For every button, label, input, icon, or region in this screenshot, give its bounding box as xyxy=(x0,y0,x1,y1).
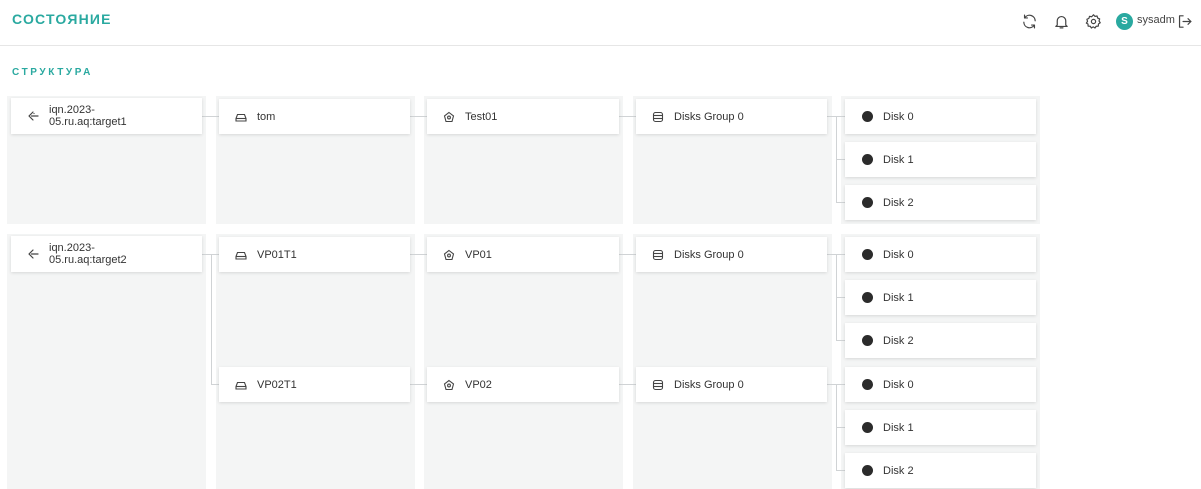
database-icon xyxy=(652,111,664,123)
disk-status-icon xyxy=(861,111,873,123)
pool-icon xyxy=(443,379,455,391)
disk-label: Disk 0 xyxy=(883,110,914,123)
pool-label: VP02 xyxy=(465,378,492,391)
disk-column-bg xyxy=(841,234,1040,489)
avatar[interactable]: S xyxy=(1116,13,1133,30)
disk-node[interactable]: Disk 2 xyxy=(845,185,1036,220)
disk-status-icon xyxy=(861,379,873,391)
connector-line xyxy=(836,297,845,298)
disk-label: Disk 2 xyxy=(883,464,914,477)
pool-node[interactable]: VP02 xyxy=(427,367,619,402)
connector-line xyxy=(836,427,845,428)
pool-label: VP01 xyxy=(465,248,492,261)
volume-label: tom xyxy=(257,110,276,123)
disk-status-icon xyxy=(861,422,873,434)
target-node[interactable]: iqn.2023- 05.ru.aq:target2 xyxy=(11,236,202,272)
connector-line xyxy=(836,340,845,341)
disk-label: Disk 1 xyxy=(883,153,914,166)
disk-node[interactable]: Disk 2 xyxy=(845,323,1036,358)
disk-status-icon xyxy=(861,197,873,209)
disk-group-node[interactable]: Disks Group 0 xyxy=(636,99,827,134)
volume-node[interactable]: VP02T1 xyxy=(219,367,410,402)
connector-line xyxy=(836,470,845,471)
disk-node[interactable]: Disk 1 xyxy=(845,280,1036,315)
disk-node[interactable]: Disk 1 xyxy=(845,410,1036,445)
drive-icon xyxy=(235,111,247,123)
target-column-bg xyxy=(7,234,206,489)
volume-column-bg xyxy=(216,234,415,489)
connector-line xyxy=(410,116,428,117)
connector-line xyxy=(619,384,637,385)
disk-node[interactable]: Disk 1 xyxy=(845,142,1036,177)
group-column-bg xyxy=(633,234,832,489)
disk-status-icon xyxy=(861,249,873,261)
page-title: СОСТОЯНИЕ xyxy=(12,11,112,27)
connector-line xyxy=(202,116,220,117)
username[interactable]: sysadm xyxy=(1137,14,1175,26)
connector-line xyxy=(836,202,845,203)
bell-icon[interactable] xyxy=(1052,12,1070,30)
connector-line xyxy=(410,384,428,385)
top-bar: СОСТОЯНИЕ S sysadm xyxy=(0,0,1201,46)
volume-label: VP02T1 xyxy=(257,378,297,391)
pool-node[interactable]: VP01 xyxy=(427,237,619,272)
pool-icon xyxy=(443,249,455,261)
gear-icon[interactable] xyxy=(1084,12,1102,30)
target-icon xyxy=(27,248,39,260)
target-icon xyxy=(27,110,39,122)
connector-line xyxy=(836,159,845,160)
pool-label: Test01 xyxy=(465,110,498,123)
section-title: СТРУКТУРА xyxy=(12,67,93,78)
disk-label: Disk 0 xyxy=(883,378,914,391)
disk-label: Disk 2 xyxy=(883,196,914,209)
database-icon xyxy=(652,249,664,261)
connector-line xyxy=(410,254,428,255)
disk-node[interactable]: Disk 0 xyxy=(845,367,1036,402)
disk-label: Disk 2 xyxy=(883,334,914,347)
disk-node[interactable]: Disk 0 xyxy=(845,237,1036,272)
refresh-icon[interactable] xyxy=(1020,12,1038,30)
pool-node[interactable]: Test01 xyxy=(427,99,619,134)
disk-group-node[interactable]: Disks Group 0 xyxy=(636,237,827,272)
disk-group-node[interactable]: Disks Group 0 xyxy=(636,367,827,402)
disk-group-label: Disks Group 0 xyxy=(674,110,744,123)
disk-node[interactable]: Disk 0 xyxy=(845,99,1036,134)
target-node[interactable]: iqn.2023- 05.ru.aq:target1 xyxy=(11,98,202,134)
database-icon xyxy=(652,379,664,391)
volume-node[interactable]: VP01T1 xyxy=(219,237,410,272)
connector-line xyxy=(619,116,637,117)
volume-node[interactable]: tom xyxy=(219,99,410,134)
target-label: iqn.2023- 05.ru.aq:target1 xyxy=(49,104,127,128)
logout-icon[interactable] xyxy=(1175,12,1193,30)
disk-status-icon xyxy=(861,335,873,347)
pool-icon xyxy=(443,111,455,123)
volume-label: VP01T1 xyxy=(257,248,297,261)
drive-icon xyxy=(235,249,247,261)
target-label: iqn.2023- 05.ru.aq:target2 xyxy=(49,242,127,266)
drive-icon xyxy=(235,379,247,391)
disk-label: Disk 0 xyxy=(883,248,914,261)
connector-line xyxy=(211,254,212,384)
disk-status-icon xyxy=(861,292,873,304)
disk-group-label: Disks Group 0 xyxy=(674,378,744,391)
connector-line xyxy=(619,254,637,255)
disk-group-label: Disks Group 0 xyxy=(674,248,744,261)
disk-node[interactable]: Disk 2 xyxy=(845,453,1036,488)
disk-label: Disk 1 xyxy=(883,291,914,304)
pool-column-bg xyxy=(424,234,623,489)
disk-label: Disk 1 xyxy=(883,421,914,434)
disk-status-icon xyxy=(861,465,873,477)
disk-status-icon xyxy=(861,154,873,166)
